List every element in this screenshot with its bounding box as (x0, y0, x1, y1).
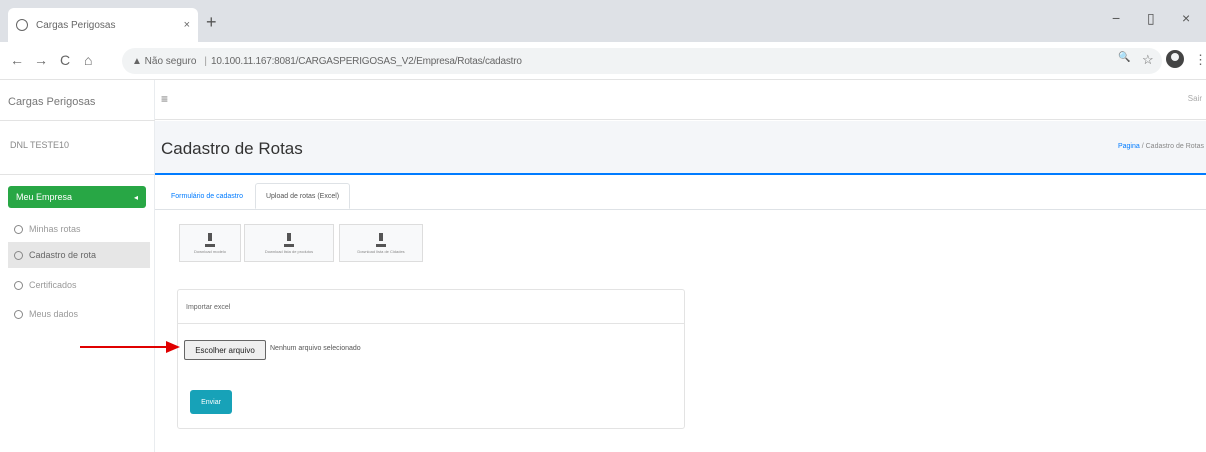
sidebar-item-label: Cadastro de rota (29, 250, 97, 260)
reload-button[interactable]: C (60, 52, 70, 68)
submit-button[interactable]: Enviar (190, 390, 232, 414)
sidebar-item-minhas-rotas[interactable]: Minhas rotas (8, 216, 150, 242)
forward-button[interactable]: → (34, 52, 48, 68)
import-excel-panel: Importar excel Escolher arquivo Nenhum a… (177, 289, 685, 429)
import-panel-header: Importar excel (178, 290, 684, 324)
maximize-button[interactable]: ▯ (1147, 10, 1155, 27)
sidebar-group-label: Meu Empresa (16, 192, 73, 202)
browser-tab-strip: Cargas Perigosas × + − ▯ × (0, 0, 1206, 42)
window-close-button[interactable]: × (1182, 10, 1190, 26)
profile-avatar-icon[interactable] (1166, 50, 1184, 68)
breadcrumb-current: Cadastro de Rotas (1145, 143, 1204, 150)
back-button[interactable]: ← (10, 52, 24, 68)
sidebar-item-meus-dados[interactable]: Meus dados (8, 301, 150, 327)
tab-upload-excel[interactable]: Upload de rotas (Excel) (254, 183, 351, 209)
main-content: Cadastro de Rotas Pagina / Cadastro de R… (155, 121, 1206, 452)
url-text[interactable]: 10.100.11.167:8081/CARGASPERIGOSAS_V2/Em… (211, 56, 522, 67)
breadcrumb: Pagina / Cadastro de Rotas (1118, 143, 1204, 150)
brand-name[interactable]: Cargas Perigosas (8, 96, 95, 108)
browser-menu-icon[interactable]: ⋮ (1194, 52, 1206, 68)
tab-close-icon[interactable]: × (184, 19, 190, 31)
download-modelo-button[interactable]: Download modelo (179, 224, 241, 262)
page-title: Cadastro de Rotas (161, 139, 303, 158)
sidebar-item-label: Meus dados (29, 309, 79, 319)
download-button-label: Download lista de produtos (264, 248, 314, 254)
breadcrumb-separator: / (1141, 143, 1144, 150)
sidebar-item-certificados[interactable]: Certificados (8, 272, 150, 298)
top-navbar: ≡ Sair (155, 80, 1206, 120)
download-cidades-button[interactable]: Download lista de Cidades (339, 224, 423, 262)
new-tab-button[interactable]: + (206, 12, 217, 33)
sidebar-item-label: Certificados (29, 280, 77, 290)
globe-icon (16, 19, 28, 31)
download-icon (205, 232, 215, 247)
home-button[interactable]: ⌂ (84, 52, 92, 68)
hamburger-menu-icon[interactable]: ≡ (161, 92, 168, 106)
download-icon (284, 232, 294, 247)
divider (0, 120, 155, 121)
divider (0, 174, 155, 175)
download-button-label: Download lista de Cidades (357, 248, 405, 254)
browser-tab[interactable]: Cargas Perigosas × (8, 8, 198, 42)
download-button-label: Download modelo (193, 248, 227, 254)
breadcrumb-link[interactable]: Pagina (1118, 143, 1140, 150)
zoom-icon[interactable]: 🔍 (1118, 52, 1130, 63)
circle-icon (14, 280, 23, 290)
file-status-text: Nenhum arquivo selecionado (270, 345, 361, 352)
browser-toolbar: ← → C ⌂ ▲ Não seguro | 10.100.11.167:808… (0, 42, 1206, 80)
address-separator: | (204, 55, 207, 67)
logout-link[interactable]: Sair (1188, 94, 1202, 103)
bookmark-star-icon[interactable]: ☆ (1142, 52, 1154, 68)
user-name[interactable]: DNL TESTE10 (10, 140, 69, 150)
annotation-arrow (80, 341, 180, 353)
minimize-button[interactable]: − (1112, 10, 1120, 26)
tab-formulario[interactable]: Formulário de cadastro (161, 183, 253, 209)
download-icon (376, 232, 386, 247)
card: Formulário de cadastro Upload de rotas (… (155, 173, 1206, 452)
address-bar[interactable]: ▲ Não seguro | 10.100.11.167:8081/CARGAS… (122, 48, 1162, 74)
choose-file-button[interactable]: Escolher arquivo (184, 340, 266, 360)
sidebar-item-label: Minhas rotas (29, 224, 81, 234)
tab-list: Formulário de cadastro Upload de rotas (… (161, 183, 351, 209)
circle-icon (14, 224, 23, 234)
sidebar: Cargas Perigosas DNL TESTE10 Meu Empresa… (0, 80, 155, 452)
download-produtos-button[interactable]: Download lista de produtos (244, 224, 334, 262)
sidebar-group-minha-empresa[interactable]: Meu Empresa ◂ (8, 186, 146, 208)
security-warning[interactable]: ▲ Não seguro (132, 56, 196, 67)
browser-tab-title: Cargas Perigosas (36, 19, 116, 31)
circle-icon (14, 309, 23, 319)
circle-icon (14, 250, 23, 260)
divider (155, 209, 1206, 210)
sidebar-item-cadastro-de-rota[interactable]: Cadastro de rota (8, 242, 150, 268)
chevron-left-icon: ◂ (133, 192, 138, 202)
